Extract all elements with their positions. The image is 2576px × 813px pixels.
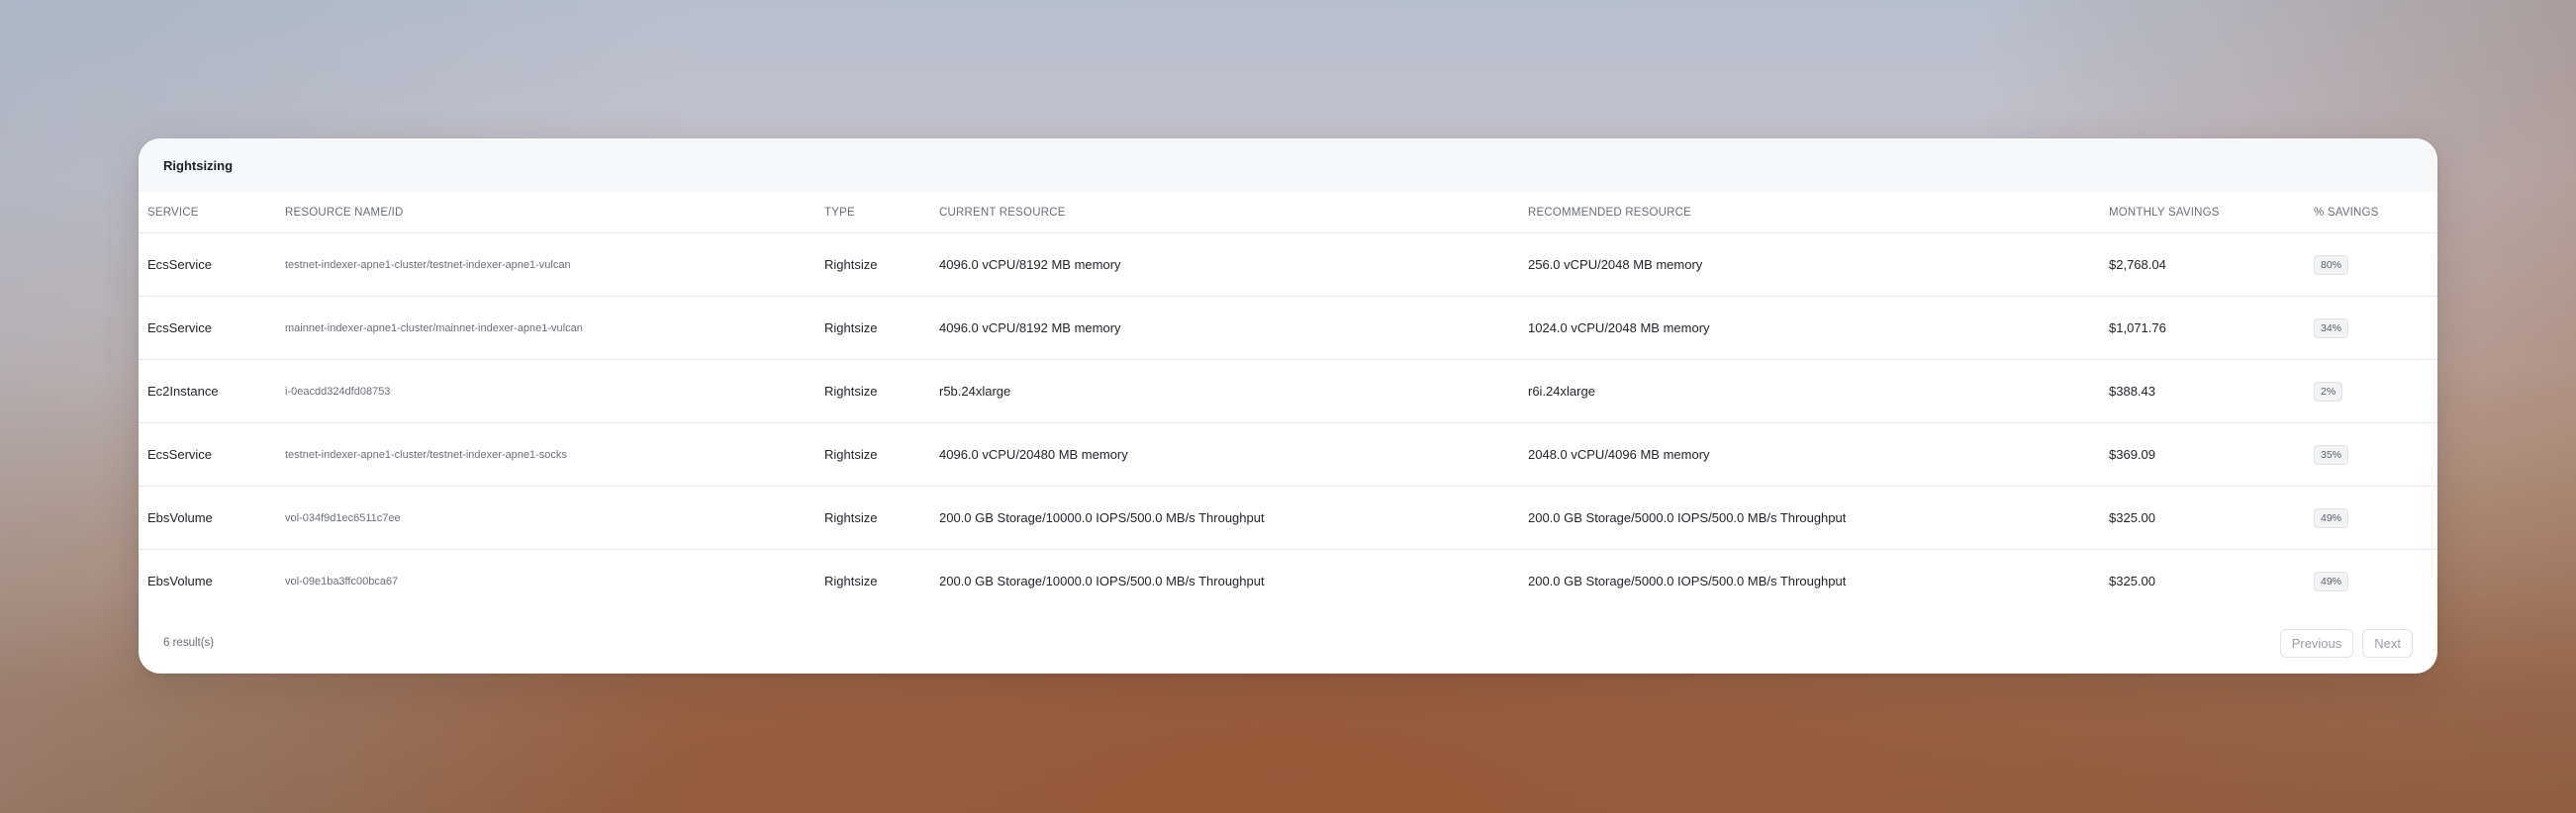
recommended-resource-cell: 200.0 GB Storage/5000.0 IOPS/500.0 MB/s …	[1519, 486, 2100, 550]
table-row[interactable]: EbsVolume vol-034f9d1ec6511c7ee Rightsiz…	[139, 486, 2437, 550]
column-header-monthly-savings[interactable]: MONTHLY SAVINGS	[2100, 192, 2305, 233]
savings-badge: 49%	[2314, 571, 2349, 591]
column-header-recommended-resource[interactable]: RECOMMENDED RESOURCE	[1519, 192, 2100, 233]
column-header-type[interactable]: TYPE	[815, 192, 930, 233]
previous-button[interactable]: Previous	[2279, 628, 2354, 658]
recommended-resource-cell: 200.0 GB Storage/5000.0 IOPS/500.0 MB/s …	[1528, 574, 1847, 588]
current-resource-cell: 4096.0 vCPU/8192 MB memory	[930, 232, 1519, 297]
type-cell: Rightsize	[815, 422, 930, 487]
service-cell: EbsVolume	[139, 486, 276, 550]
pct-savings-cell: 34%	[2305, 296, 2437, 360]
next-button[interactable]: Next	[2362, 628, 2413, 658]
monthly-savings-cell: $325.00	[2109, 574, 2155, 588]
recommended-resource-cell: 2048.0 vCPU/4096 MB memory	[1519, 422, 2100, 487]
column-header-pct-savings[interactable]: % SAVINGS	[2305, 192, 2437, 233]
column-header-service[interactable]: SERVICE	[139, 192, 276, 233]
type-cell: Rightsize	[815, 232, 930, 297]
service-cell: EbsVolume	[147, 574, 213, 588]
type-cell: Rightsize	[815, 359, 930, 423]
type-cell: Rightsize	[815, 486, 930, 550]
recommended-resource-cell: 1024.0 vCPU/2048 MB memory	[1519, 296, 2100, 360]
current-resource-cell: 4096.0 vCPU/8192 MB memory	[930, 296, 1519, 360]
resource-id-cell: testnet-indexer-apne1-cluster/testnet-in…	[276, 232, 815, 297]
current-resource-cell: 4096.0 vCPU/20480 MB memory	[930, 422, 1519, 487]
savings-badge: 2%	[2314, 381, 2343, 402]
resource-id-cell: mainnet-indexer-apne1-cluster/mainnet-in…	[276, 296, 815, 360]
savings-badge: 80%	[2314, 254, 2349, 275]
savings-badge: 35%	[2314, 444, 2349, 465]
table-row[interactable]: EbsVolume vol-09e1ba3ffc00bca67 Rightsiz…	[139, 550, 2437, 613]
pct-savings-cell: 80%	[2305, 232, 2437, 297]
column-header-resource[interactable]: RESOURCE NAME/ID	[276, 192, 815, 233]
pagination: Previous Next	[2279, 628, 2413, 658]
monthly-savings-cell: $1,071.76	[2100, 296, 2305, 360]
resource-id-cell: vol-034f9d1ec6511c7ee	[276, 486, 815, 550]
table-row[interactable]: Ec2Instance i-0eacdd324dfd08753 Rightsiz…	[139, 359, 2437, 423]
monthly-savings-cell: $369.09	[2100, 422, 2305, 487]
table-row[interactable]: EcsService mainnet-indexer-apne1-cluster…	[139, 296, 2437, 360]
service-cell: EcsService	[139, 422, 276, 487]
resource-id-cell: i-0eacdd324dfd08753	[276, 359, 815, 423]
savings-badge: 49%	[2314, 507, 2349, 528]
rightsizing-table: SERVICE RESOURCE NAME/ID TYPE CURRENT RE…	[139, 192, 2437, 612]
current-resource-cell: r5b.24xlarge	[930, 359, 1519, 423]
card-title: Rightsizing	[139, 138, 2437, 192]
current-resource-cell: 200.0 GB Storage/10000.0 IOPS/500.0 MB/s…	[939, 574, 1265, 588]
pct-savings-cell: 35%	[2305, 422, 2437, 487]
table-row[interactable]: EcsService testnet-indexer-apne1-cluster…	[139, 422, 2437, 487]
recommended-resource-cell: r6i.24xlarge	[1519, 359, 2100, 423]
resource-id-cell: testnet-indexer-apne1-cluster/testnet-in…	[276, 422, 815, 487]
service-cell: EcsService	[139, 232, 276, 297]
table-row[interactable]: EcsService testnet-indexer-apne1-cluster…	[139, 232, 2437, 297]
pct-savings-cell: 49%	[2305, 550, 2437, 613]
recommended-resource-cell: 256.0 vCPU/2048 MB memory	[1519, 232, 2100, 297]
monthly-savings-cell: $2,768.04	[2100, 232, 2305, 297]
monthly-savings-cell: $388.43	[2100, 359, 2305, 423]
pct-savings-cell: 49%	[2305, 486, 2437, 550]
savings-badge: 34%	[2314, 317, 2349, 338]
pct-savings-cell: 2%	[2305, 359, 2437, 423]
monthly-savings-cell: $325.00	[2100, 486, 2305, 550]
current-resource-cell: 200.0 GB Storage/10000.0 IOPS/500.0 MB/s…	[930, 486, 1519, 550]
type-cell: Rightsize	[815, 296, 930, 360]
type-cell: Rightsize	[824, 574, 878, 588]
column-header-current-resource[interactable]: CURRENT RESOURCE	[930, 192, 1519, 233]
table-footer: 6 result(s) Previous Next	[139, 612, 2437, 674]
result-count: 6 result(s)	[163, 637, 215, 649]
resource-id-cell: vol-09e1ba3ffc00bca67	[285, 575, 399, 587]
rightsizing-card: Rightsizing SERVICE RESOURCE NAME/ID TYP…	[139, 138, 2437, 674]
service-cell: EcsService	[139, 296, 276, 360]
service-cell: Ec2Instance	[139, 359, 276, 423]
table-header-row: SERVICE RESOURCE NAME/ID TYPE CURRENT RE…	[139, 192, 2437, 233]
